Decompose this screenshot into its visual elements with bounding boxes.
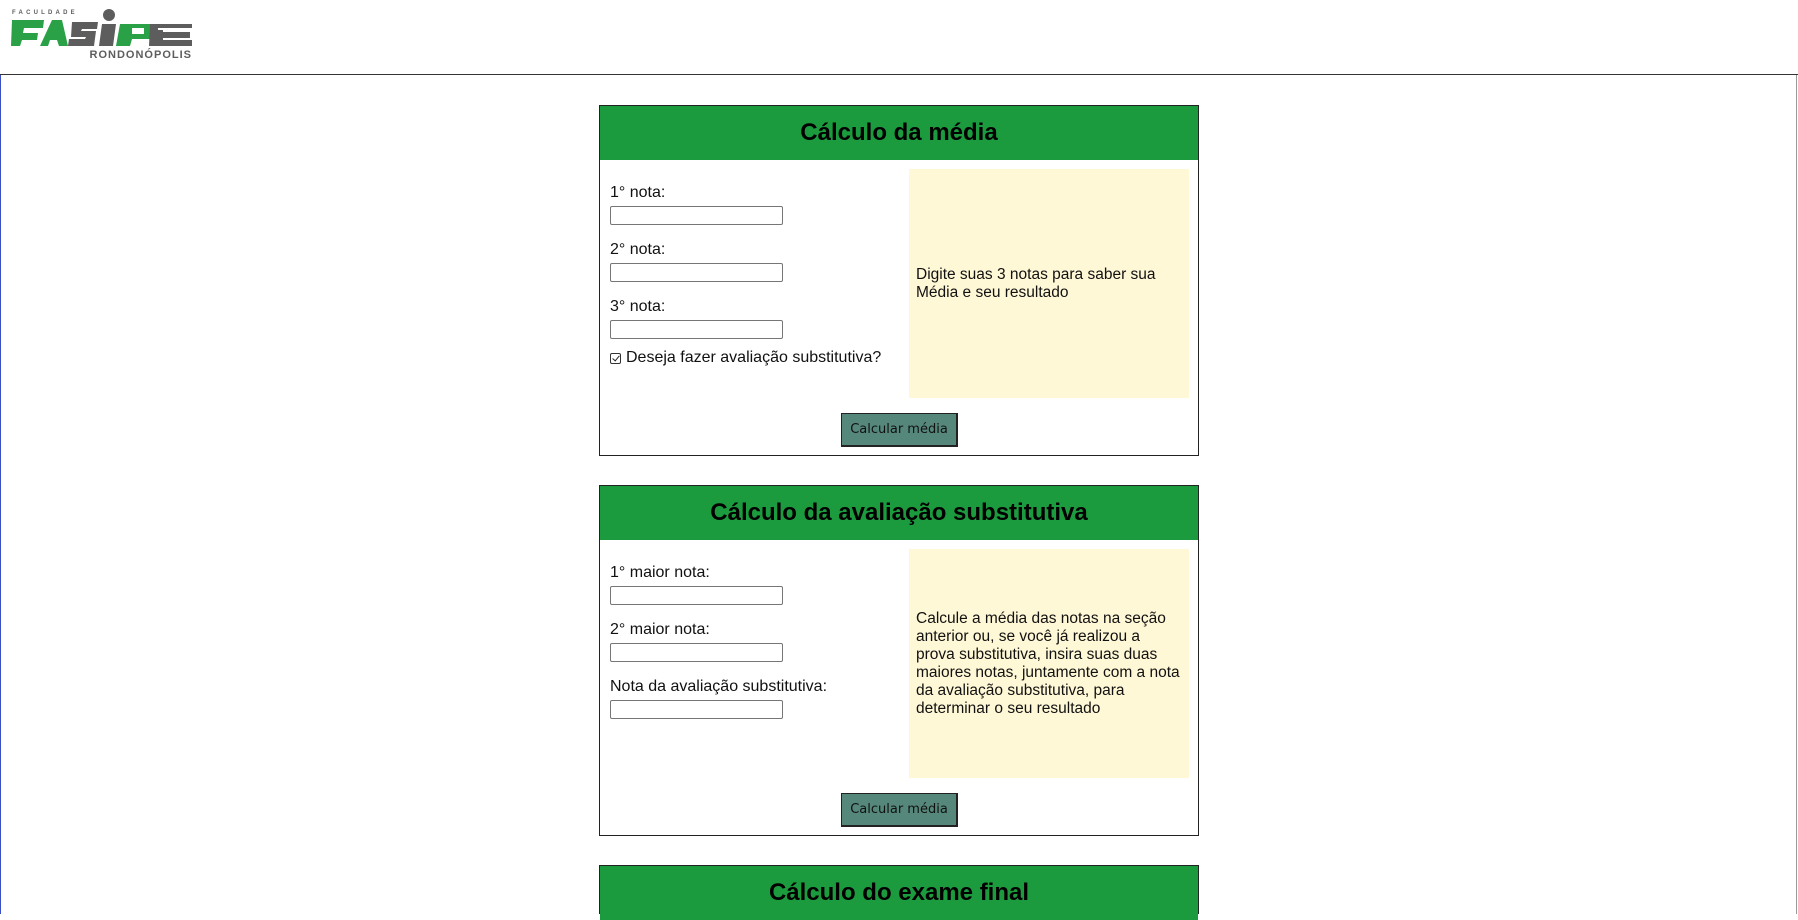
maior-nota2-label: 2° maior nota: xyxy=(610,621,710,638)
media-info-panel: Digite suas 3 notas para saber sua Média… xyxy=(909,169,1189,398)
logo-top-text: FACULDADE xyxy=(12,10,78,16)
calcular-media-button[interactable]: Calcular média xyxy=(841,413,958,447)
calcular-substitutiva-button[interactable]: Calcular média xyxy=(841,793,958,827)
substitutiva-card-body: 1° maior nota: 2° maior nota: Nota da av… xyxy=(600,540,1198,835)
substitutiva-form: 1° maior nota: 2° maior nota: Nota da av… xyxy=(610,564,900,735)
nota-substitutiva-input[interactable] xyxy=(610,700,783,719)
media-card-title: Cálculo da média xyxy=(800,119,998,146)
exame-final-card-title: Cálculo do exame final xyxy=(768,879,1030,906)
media-card-header: Cálculo da média xyxy=(600,106,1198,160)
substitutiva-info-text: Calcule a média das notas na seção anter… xyxy=(916,609,1180,717)
exame-final-card-header: Cálculo do exame final xyxy=(600,866,1198,920)
site-header: FACULDADE RONDONÓPOLIS xyxy=(0,0,1798,75)
substitutiva-card-title: Cálculo da avaliação substitutiva xyxy=(710,499,1088,526)
exame-final-card: Cálculo do exame final xyxy=(599,865,1199,920)
substitutiva-info-panel: Calcule a média das notas na seção anter… xyxy=(909,549,1189,778)
substitutiva-checkbox[interactable] xyxy=(610,352,621,364)
substitutiva-checkbox-row[interactable]: Deseja fazer avaliação substitutiva? xyxy=(610,349,900,367)
logo-city-text: RONDONÓPOLIS xyxy=(90,48,192,60)
media-card-body: 1° nota: 2° nota: 3° nota: Deseja fazer … xyxy=(600,160,1198,455)
substitutiva-card: Cálculo da avaliação substitutiva 1° mai… xyxy=(599,485,1199,836)
maior-nota2-input[interactable] xyxy=(610,643,783,662)
maior-nota1-input[interactable] xyxy=(610,586,783,605)
substitutiva-card-header: Cálculo da avaliação substitutiva xyxy=(600,486,1198,540)
nota2-input[interactable] xyxy=(610,263,783,282)
substitutiva-checkbox-label[interactable]: Deseja fazer avaliação substitutiva? xyxy=(626,349,881,367)
nota3-label: 3° nota: xyxy=(610,298,666,315)
nota1-input[interactable] xyxy=(610,206,783,225)
nota1-label: 1° nota: xyxy=(610,184,666,201)
media-info-text: Digite suas 3 notas para saber sua Média… xyxy=(916,265,1156,301)
media-form: 1° nota: 2° nota: 3° nota: Deseja fazer … xyxy=(610,184,900,367)
nota3-input[interactable] xyxy=(610,320,783,339)
nota-substitutiva-label: Nota da avaliação substitutiva: xyxy=(610,678,828,695)
media-card: Cálculo da média 1° nota: 2° nota: 3° no… xyxy=(599,105,1199,456)
fasipe-logo[interactable]: FACULDADE RONDONÓPOLIS xyxy=(10,8,192,60)
maior-nota1-label: 1° maior nota: xyxy=(610,564,710,581)
nota2-label: 2° nota: xyxy=(610,241,666,258)
